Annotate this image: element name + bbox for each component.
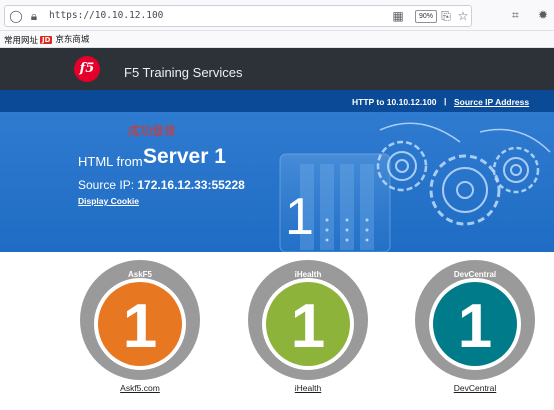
page: ◯ 🔒︎ https://10.10.12.100 ▦ 90% ⎘ ☆ ⌗ ✹ … — [0, 0, 554, 410]
connection-text: HTTP to 10.10.12.100 — [352, 97, 437, 107]
f5-logo: f5 — [74, 56, 100, 82]
askf5-ring-label: AskF5 — [128, 270, 153, 279]
gears-illustration: 1 — [279, 122, 551, 252]
hero-banner: 1 成功登录 HTML from Server 1 Source IP: 172… — [0, 112, 554, 252]
address-bar[interactable]: ◯ 🔒︎ https://10.10.12.100 ▦ 90% ⎘ ☆ — [4, 5, 472, 27]
separator: | — [444, 96, 447, 106]
login-success-text: 成功登录 — [128, 124, 177, 138]
settings-icon[interactable]: ✹ — [538, 8, 548, 22]
ihealth-number: 1 — [291, 292, 325, 361]
hero-big-number: 1 — [285, 188, 314, 246]
qr-code-icon[interactable]: ▦ — [391, 9, 405, 23]
browser-toolbar: ◯ 🔒︎ https://10.10.12.100 ▦ 90% ⎘ ☆ ⌗ ✹ — [0, 0, 554, 31]
info-bar: HTTP to 10.10.12.100 | Source IP Address — [0, 90, 554, 112]
askf5-number: 1 — [123, 292, 157, 361]
source-ip-value: 172.16.12.33:55228 — [137, 178, 245, 192]
url-text[interactable]: https://10.10.12.100 — [49, 10, 163, 21]
badge-ihealth[interactable]: iHealth 1 iHealth — [245, 258, 371, 393]
source-ip-link[interactable]: Source IP Address — [454, 97, 529, 107]
source-ip-label: Source IP: — [78, 178, 135, 192]
bookmark-common-sites[interactable]: 常用网址 — [4, 34, 38, 46]
badge-devcentral[interactable]: DevCentral 1 DevCentral — [412, 258, 538, 393]
devcentral-ring-label: DevCentral — [454, 270, 496, 279]
server-name: Server 1 — [143, 145, 226, 168]
bookmark-jd[interactable]: JD 京东商城 — [40, 33, 89, 45]
bookmarks-bar: 常用网址 JD 京东商城 — [0, 31, 554, 48]
badge-askf5[interactable]: AskF5 1 Askf5.com — [77, 258, 203, 393]
askf5-circle-icon[interactable]: AskF5 1 — [78, 258, 202, 382]
askf5-link[interactable]: Askf5.com — [77, 383, 203, 393]
jd-icon: JD — [40, 36, 53, 44]
devcentral-circle-icon[interactable]: DevCentral 1 — [413, 258, 537, 382]
devcentral-number: 1 — [458, 292, 492, 361]
extensions-icon[interactable]: ⌗ — [512, 8, 519, 23]
bookmark-jd-label: 京东商城 — [55, 35, 90, 45]
gear-icon — [376, 122, 551, 226]
display-cookie-link[interactable]: Display Cookie — [78, 196, 139, 206]
bookmark-star-icon[interactable]: ☆ — [456, 9, 470, 23]
source-ip-line: Source IP: 172.16.12.33:55228 — [78, 178, 245, 192]
html-from-label: HTML from — [78, 154, 143, 169]
ihealth-link[interactable]: iHealth — [245, 383, 371, 393]
lock-icon[interactable]: 🔒︎ — [27, 9, 41, 23]
brand-title: F5 Training Services — [124, 65, 243, 80]
site-header: f5 — [0, 48, 554, 90]
ihealth-circle-icon[interactable]: iHealth 1 — [246, 258, 370, 382]
zoom-level[interactable]: 90% — [415, 10, 437, 23]
shield-icon[interactable]: ◯ — [9, 9, 23, 23]
translate-icon[interactable]: ⎘ — [439, 9, 453, 23]
devcentral-link[interactable]: DevCentral — [412, 383, 538, 393]
ihealth-ring-label: iHealth — [295, 270, 322, 279]
